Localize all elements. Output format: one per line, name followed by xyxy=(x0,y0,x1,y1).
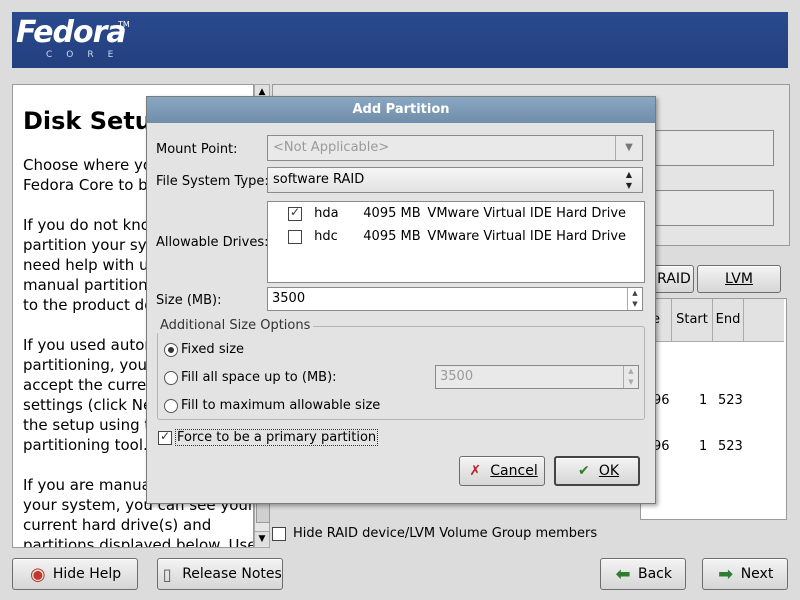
fill-upto-radio[interactable] xyxy=(164,371,178,385)
force-primary-label[interactable]: Force to be a primary partition xyxy=(175,429,379,446)
lifebuoy-icon: ◉ xyxy=(29,563,46,585)
lvm-button[interactable]: LVM xyxy=(697,265,781,293)
drive-hda-model: VMware Virtual IDE Hard Drive xyxy=(427,206,627,221)
fill-upto-label[interactable]: Fill all space up to (MB): xyxy=(181,370,337,385)
fill-max-radio[interactable] xyxy=(164,399,178,413)
fixed-size-label[interactable]: Fixed size xyxy=(181,342,244,357)
back-arrow-icon: ⬅ xyxy=(615,563,631,585)
additional-size-options-legend: Additional Size Options xyxy=(157,318,314,333)
drive-hdc-model: VMware Virtual IDE Hard Drive xyxy=(427,229,627,244)
hide-raid-checkbox[interactable] xyxy=(272,526,286,541)
lvm-button-label: LVM xyxy=(725,271,753,287)
hide-raid-checkbox-row[interactable]: Hide RAID device/LVM Volume Group member… xyxy=(272,526,597,541)
size-value: 3500 xyxy=(272,291,306,306)
cancel-label: Cancel xyxy=(490,463,538,479)
drive-hdc-name: hdc xyxy=(314,229,338,244)
fixed-size-radio[interactable] xyxy=(164,343,178,357)
close-icon: ✗ xyxy=(469,463,482,479)
row1-end: 523 xyxy=(718,393,743,408)
column-header-start[interactable]: Start xyxy=(672,299,713,342)
drive-graph-box-1 xyxy=(640,130,774,166)
next-arrow-icon: ➡ xyxy=(718,563,734,585)
row2-end: 523 xyxy=(718,439,743,454)
scroll-down-arrow-icon[interactable]: ▼ xyxy=(255,531,269,546)
column-header-extra[interactable] xyxy=(744,299,784,342)
drive-hda-size: 4095 MB xyxy=(363,206,421,221)
fill-max-label[interactable]: Fill to maximum allowable size xyxy=(181,398,380,413)
release-notes-label: Release Notes xyxy=(182,566,282,582)
drive-row-hdc[interactable]: hdc 4095 MB VMware Virtual IDE Hard Driv… xyxy=(288,229,626,244)
ok-check-icon: ✔ xyxy=(578,463,590,479)
cancel-button[interactable]: ✗ Cancel xyxy=(459,456,545,486)
spinner-arrows-icon[interactable]: ▲ ▼ xyxy=(627,288,642,310)
chevron-down-icon: ▼ xyxy=(615,136,642,160)
drive-graph-box-2 xyxy=(640,190,774,226)
size-spinner[interactable]: 3500 ▲ ▼ xyxy=(267,287,643,311)
dialog-title: Add Partition xyxy=(147,97,655,123)
hide-help-label: Hide Help xyxy=(52,566,122,582)
row1-start: 1 xyxy=(699,393,708,408)
fedora-logo: Fedora xyxy=(16,15,127,50)
drive-hdc-size: 4095 MB xyxy=(363,229,421,244)
next-label: Next xyxy=(740,566,774,582)
mount-point-value: <Not Applicable> xyxy=(273,140,390,155)
spinner-arrows-icon[interactable]: ▲ ▼ xyxy=(623,366,638,388)
drive-hda-checkbox[interactable] xyxy=(288,205,302,221)
fs-type-select[interactable]: software RAID ▲ ▼ xyxy=(267,167,643,193)
drive-hda-name: hda xyxy=(314,206,339,221)
allowable-drives-list[interactable]: hda 4095 MB VMware Virtual IDE Hard Driv… xyxy=(267,201,645,283)
hide-help-button[interactable]: ◉ Hide Help xyxy=(12,558,138,590)
partition-table[interactable]: e Start End 96 1 523 96 1 523 xyxy=(640,298,787,520)
fill-upto-value: 3500 xyxy=(440,369,474,384)
drive-hdc-checkbox[interactable] xyxy=(288,229,302,244)
add-partition-dialog: Add Partition Mount Point: <Not Applicab… xyxy=(146,96,656,504)
fill-upto-spinner[interactable]: 3500 ▲ ▼ xyxy=(435,365,639,389)
updown-icon: ▲ ▼ xyxy=(625,170,633,190)
ok-button[interactable]: ✔ OK xyxy=(554,456,640,486)
document-icon: ▯ xyxy=(162,564,172,584)
mount-point-combo[interactable]: <Not Applicable> ▼ xyxy=(267,135,643,161)
raid-button-label: RAID xyxy=(657,271,691,287)
trademark-mark: TM xyxy=(118,20,130,29)
size-label: Size (MB): xyxy=(156,293,222,308)
fs-type-value: software RAID xyxy=(273,172,365,187)
release-notes-button[interactable]: ▯ Release Notes xyxy=(157,558,283,590)
fs-type-label: File System Type: xyxy=(156,174,269,189)
next-button[interactable]: ➡ Next xyxy=(702,558,788,590)
ok-label: OK xyxy=(598,463,620,479)
hide-raid-label: Hide RAID device/LVM Volume Group member… xyxy=(293,526,598,541)
back-label: Back xyxy=(638,566,672,582)
column-header-end[interactable]: End xyxy=(713,299,744,342)
allowable-drives-label: Allowable Drives: xyxy=(156,235,269,250)
mount-point-label: Mount Point: xyxy=(156,142,238,157)
row2-start: 1 xyxy=(699,439,708,454)
fedora-logo-subtitle: CORE xyxy=(46,50,128,60)
back-button[interactable]: ⬅ Back xyxy=(600,558,686,590)
force-primary-checkbox[interactable] xyxy=(158,429,172,445)
drive-row-hda[interactable]: hda 4095 MB VMware Virtual IDE Hard Driv… xyxy=(288,205,627,221)
